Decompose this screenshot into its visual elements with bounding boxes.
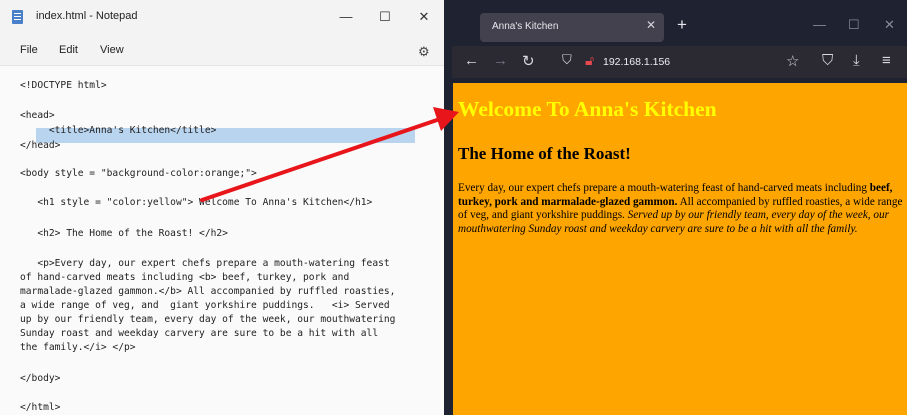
- maximize-button[interactable]: ☐: [848, 17, 860, 33]
- code-line: <!DOCTYPE html>: [20, 80, 107, 91]
- code-line: Sunday roast and weekday carvery are sur…: [20, 328, 379, 339]
- notepad-icon: [12, 10, 23, 24]
- page-heading: Welcome To Anna's Kitchen: [458, 97, 717, 121]
- gear-icon[interactable]: ⚙: [418, 44, 430, 60]
- menu-view[interactable]: View: [100, 44, 124, 56]
- lock-warning-icon[interactable]: 🔓︎: [585, 52, 594, 69]
- maximize-button[interactable]: ☐: [370, 6, 400, 28]
- browser-toolbar: [452, 46, 907, 78]
- code-line: <h1 style = "color:yellow"> Welcome To A…: [20, 197, 373, 208]
- code-line: <body style = "background-color:orange;"…: [20, 168, 257, 179]
- code-line: <head>: [20, 110, 55, 121]
- code-line: </body>: [20, 373, 61, 384]
- shield-icon[interactable]: ⛉: [562, 52, 572, 68]
- code-line: a wide range of veg, and giant yorkshire…: [20, 300, 390, 311]
- forward-arrow-icon[interactable]: →: [493, 52, 508, 69]
- minimize-button[interactable]: —: [813, 17, 826, 32]
- code-line: the family.</i> </p>: [20, 342, 136, 353]
- download-icon[interactable]: ⤓: [853, 52, 860, 69]
- page-subheading: The Home of the Roast!: [458, 144, 631, 163]
- hamburger-icon[interactable]: ≡: [882, 52, 891, 69]
- notepad-editor[interactable]: [0, 66, 444, 415]
- code-line: of hand-carved meats including <b> beef,…: [20, 272, 350, 283]
- close-button[interactable]: ✕: [409, 6, 439, 28]
- notepad-menubar: File Edit View ⚙: [0, 36, 444, 66]
- menu-file[interactable]: File: [20, 44, 38, 56]
- reload-icon[interactable]: ↻: [522, 52, 535, 70]
- new-tab-button[interactable]: +: [677, 15, 687, 35]
- code-line: marmalade-glazed gammon.</b> All accompa…: [20, 286, 396, 297]
- tab-title: Anna's Kitchen: [492, 21, 559, 32]
- page-viewport: [453, 83, 907, 415]
- code-line: up by our friendly team, every day of th…: [20, 314, 396, 325]
- code-line: </html>: [20, 402, 61, 413]
- code-line: </head>: [20, 140, 61, 151]
- close-button[interactable]: ✕: [884, 17, 895, 33]
- page-paragraph: Every day, our expert chefs prepare a mo…: [458, 182, 904, 236]
- star-icon[interactable]: ☆: [786, 52, 799, 70]
- tab-close-icon[interactable]: ✕: [646, 18, 656, 32]
- menu-edit[interactable]: Edit: [59, 44, 78, 56]
- minimize-button[interactable]: —: [331, 6, 361, 28]
- code-line: <p>Every day, our expert chefs prepare a…: [20, 258, 390, 269]
- back-arrow-icon[interactable]: ←: [464, 52, 479, 69]
- url-bar[interactable]: 192.168.1.156: [603, 56, 670, 68]
- pocket-icon[interactable]: ⛉: [822, 52, 833, 69]
- paragraph-text: Every day, our expert chefs prepare a mo…: [458, 182, 870, 194]
- notepad-titlebar[interactable]: index.html - Notepad — ☐ ✕: [0, 0, 444, 36]
- code-line: <title>Anna's Kitchen</title>: [20, 125, 217, 136]
- notepad-title: index.html - Notepad: [36, 10, 138, 22]
- code-line: <h2> The Home of the Roast! </h2>: [20, 228, 228, 239]
